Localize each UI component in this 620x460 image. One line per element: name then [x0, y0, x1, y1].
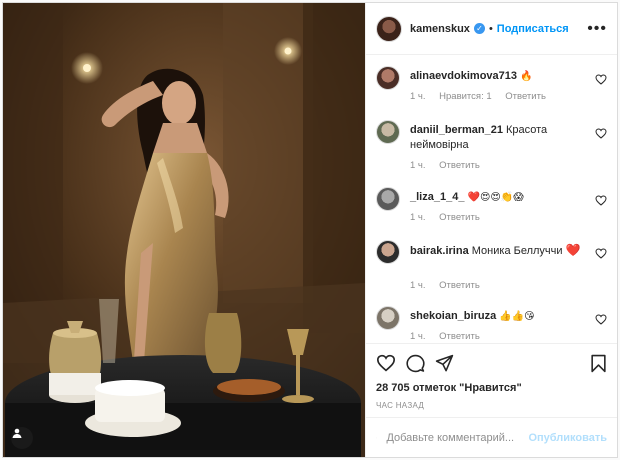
comment-item: shekoian_biruza 👍👍😘 1 ч. Ответить — [376, 306, 607, 342]
like-comment-heart-icon[interactable] — [595, 74, 607, 85]
comment-time[interactable]: 1 ч. — [410, 91, 426, 102]
comment-likes[interactable]: Нравится: 1 — [439, 91, 491, 102]
comment-meta: 1 ч. Ответить — [410, 160, 491, 171]
commenter-avatar[interactable] — [376, 187, 400, 211]
reply-button[interactable]: Ответить — [439, 280, 480, 291]
instagram-post: kamenskux ✓ • Подписаться ••• alinaevdok… — [2, 2, 618, 458]
post-actions — [366, 343, 617, 381]
reply-button[interactable]: Ответить — [505, 91, 546, 102]
comment-emoji: ❤️ — [565, 243, 581, 257]
commenter-username[interactable]: shekoian_biruza — [410, 310, 496, 322]
comment-meta: 1 ч. Ответить — [410, 212, 491, 223]
comment-meta: 1 ч. Ответить — [410, 331, 491, 342]
commenter-username[interactable]: daniil_berman_21 — [410, 124, 503, 136]
comment-emoji: ❤️😍😍👏😱 — [467, 192, 524, 203]
comment-item: bairak.irina Моника Беллуччи ❤️ 1 ч. Отв… — [376, 240, 607, 300]
comment-text: _liza_1_4_ ❤️😍😍👏😱 — [410, 190, 583, 205]
publish-button[interactable]: Опубликовать — [528, 432, 607, 444]
post-sidebar: kamenskux ✓ • Подписаться ••• alinaevdok… — [365, 3, 617, 457]
like-comment-heart-icon[interactable] — [595, 248, 607, 259]
comment-item: alinaevdokimova713 🔥 1 ч. Нравится: 1 От… — [376, 66, 607, 126]
save-bookmark-icon[interactable] — [590, 354, 607, 373]
comment-time[interactable]: 1 ч. — [410, 160, 426, 171]
more-options-icon[interactable]: ••• — [587, 20, 607, 38]
commenter-avatar[interactable] — [376, 240, 400, 264]
comment-time[interactable]: 1 ч. — [410, 331, 426, 342]
comment-text: daniil_berman_21 Красота неймовірна — [410, 123, 583, 153]
commenter-username[interactable]: _liza_1_4_ — [410, 191, 464, 203]
share-direct-icon[interactable] — [435, 354, 454, 373]
author-username[interactable]: kamenskux — [410, 23, 470, 35]
comments-list[interactable]: alinaevdokimova713 🔥 1 ч. Нравится: 1 От… — [366, 56, 617, 342]
user-icon — [12, 428, 22, 438]
comment-meta: 1 ч. Нравится: 1 Ответить — [410, 91, 557, 102]
likes-count[interactable]: 28 705 отметок "Нравится" — [376, 382, 522, 394]
comment-item: daniil_berman_21 Красота неймовірна 1 ч.… — [376, 120, 607, 190]
comment-input[interactable] — [386, 431, 529, 444]
reply-button[interactable]: Ответить — [439, 331, 480, 342]
photo-illustration — [3, 3, 365, 457]
comment-text: bairak.irina Моника Беллуччи ❤️ — [410, 243, 583, 259]
separator-dot: • — [488, 22, 493, 35]
comment-item: _liza_1_4_ ❤️😍😍👏😱 1 ч. Ответить — [376, 187, 607, 237]
comment-emoji: 👍👍😘 — [499, 311, 535, 322]
verified-badge-icon: ✓ — [473, 23, 485, 34]
comment-text: shekoian_biruza 👍👍😘 — [410, 309, 583, 324]
like-heart-icon[interactable] — [376, 354, 396, 372]
reply-button[interactable]: Ответить — [439, 212, 480, 223]
comment-meta: 1 ч. Ответить — [410, 280, 491, 291]
post-timestamp[interactable]: ЧАС НАЗАД — [376, 401, 424, 410]
commenter-username[interactable]: bairak.irina — [410, 245, 469, 257]
commenter-avatar[interactable] — [376, 306, 400, 330]
comment-bubble-icon[interactable] — [406, 354, 425, 373]
comment-text: alinaevdokimova713 🔥 — [410, 69, 583, 84]
commenter-avatar[interactable] — [376, 66, 400, 90]
follow-button[interactable]: Подписаться — [497, 23, 569, 35]
tagged-users-button[interactable] — [11, 427, 33, 449]
comment-content: Моника Беллуччи — [471, 245, 563, 257]
like-comment-heart-icon[interactable] — [595, 314, 607, 325]
like-comment-heart-icon[interactable] — [595, 195, 607, 206]
post-photo[interactable] — [3, 3, 365, 457]
commenter-username[interactable]: alinaevdokimova713 — [410, 70, 517, 82]
like-comment-heart-icon[interactable] — [595, 128, 607, 139]
comment-emoji: 🔥 — [520, 71, 533, 82]
commenter-avatar[interactable] — [376, 120, 400, 144]
author-avatar[interactable] — [376, 15, 402, 42]
reply-button[interactable]: Ответить — [439, 160, 480, 171]
comment-time[interactable]: 1 ч. — [410, 212, 426, 223]
post-header: kamenskux ✓ • Подписаться ••• — [366, 3, 617, 55]
comment-time[interactable]: 1 ч. — [410, 280, 426, 291]
add-comment-bar: Опубликовать — [366, 417, 617, 457]
